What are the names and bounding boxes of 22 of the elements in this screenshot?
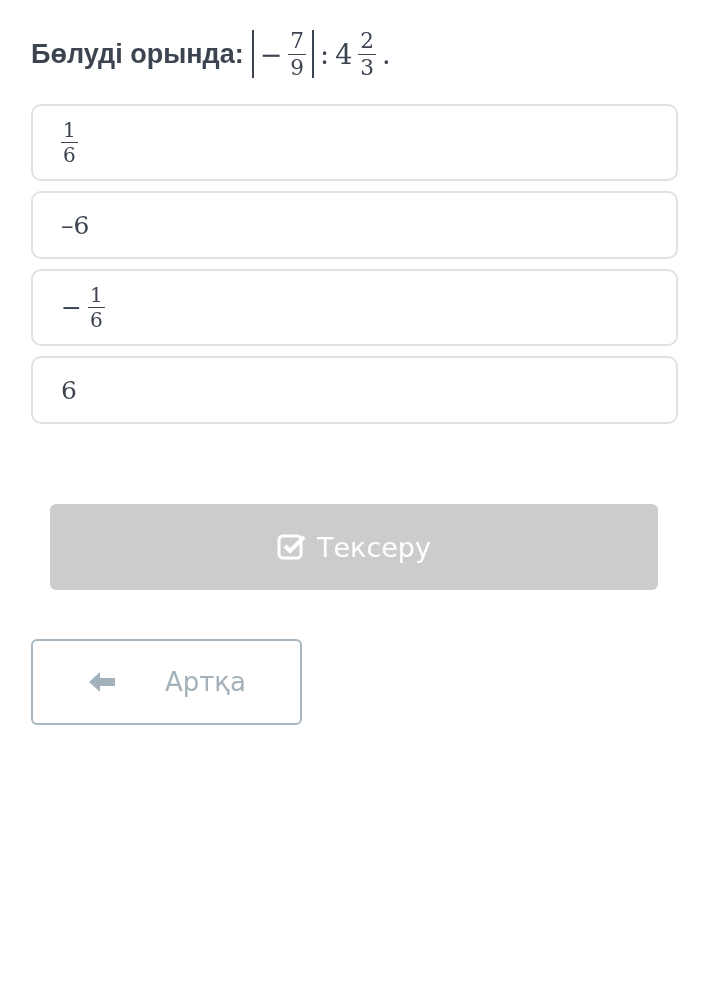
absolute-value-bar bbox=[312, 30, 315, 79]
answer-option[interactable]: 6 bbox=[31, 356, 678, 425]
answer-option[interactable]: –6 bbox=[31, 191, 678, 260]
numerator: 7 bbox=[288, 30, 307, 55]
numerator: 2 bbox=[358, 30, 377, 55]
denominator: 6 bbox=[63, 143, 76, 166]
math-text: − bbox=[61, 293, 82, 323]
checkbox-icon bbox=[277, 533, 307, 562]
absolute-value-bar bbox=[251, 30, 254, 79]
math-text: 4 bbox=[335, 38, 353, 70]
math-text: . bbox=[382, 38, 391, 70]
question-prompt: Бөлуді орында: bbox=[31, 38, 244, 70]
numerator: 1 bbox=[61, 120, 78, 144]
math-text: − bbox=[259, 38, 283, 70]
denominator: 6 bbox=[89, 308, 103, 331]
math-text: : bbox=[320, 38, 330, 70]
numerator: 1 bbox=[87, 285, 105, 309]
math-text: 6 bbox=[61, 375, 77, 405]
denominator: 9 bbox=[290, 54, 305, 79]
denominator: 3 bbox=[360, 54, 375, 79]
math-text: –6 bbox=[61, 210, 90, 240]
answer-option[interactable]: 1 6 bbox=[31, 104, 678, 182]
